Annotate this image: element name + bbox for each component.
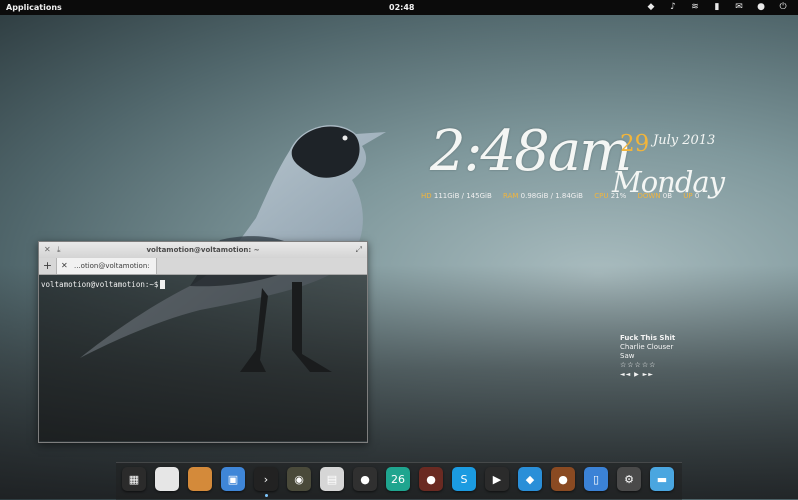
- terminal-tabbar: + ✕ ...otion@voltamotion: ~: [39, 258, 367, 286]
- dropbox-icon[interactable]: ◆: [518, 467, 542, 491]
- dropbox-icon[interactable]: ◆: [640, 1, 662, 14]
- panel-clock[interactable]: 02:48: [389, 3, 414, 12]
- photos-icon[interactable]: ▣: [221, 467, 245, 491]
- cursor: [160, 280, 166, 289]
- close-tab-icon[interactable]: ✕: [61, 258, 68, 274]
- document-icon[interactable]: ▯: [584, 467, 608, 491]
- camera-icon[interactable]: ◉: [287, 467, 311, 491]
- terminal-content[interactable]: voltamotion@voltamotion:~$: [39, 275, 367, 441]
- stat-label: RAM: [503, 192, 519, 200]
- stat-value: 0: [694, 192, 700, 200]
- window-title: voltamotion@voltamotion: ~: [146, 246, 260, 254]
- terminal-icon[interactable]: ›: [254, 467, 278, 491]
- stat-label: HD: [421, 192, 432, 200]
- top-panel: Applications 02:48 ◆ ♪ ≋ ▮ ✉ ● ⏻: [0, 0, 798, 15]
- settings-icon[interactable]: ⚙: [617, 467, 641, 491]
- volume-icon[interactable]: ♪: [662, 1, 684, 14]
- conky-day: 29: [620, 131, 650, 157]
- battery-icon[interactable]: ▮: [706, 1, 728, 14]
- artist-name: Charlie Clouser: [620, 343, 674, 351]
- stat-label: CPU: [594, 192, 609, 200]
- terminal-titlebar[interactable]: ✕ ⤓ voltamotion@voltamotion: ~ ⤢: [39, 242, 367, 258]
- calculator-icon[interactable]: ▦: [122, 467, 146, 491]
- calendar-icon[interactable]: ▤: [320, 467, 344, 491]
- stat-label: DOWN: [637, 192, 661, 200]
- wallpaper-icon[interactable]: [188, 467, 212, 491]
- wifi-icon[interactable]: ≋: [684, 1, 706, 14]
- youtube-icon[interactable]: ▶: [485, 467, 509, 491]
- conky-time: 2:48am: [430, 119, 632, 184]
- stat-value: 0B: [662, 192, 673, 200]
- user-icon[interactable]: ●: [750, 1, 772, 14]
- playback-controls[interactable]: ◄◄ ▶ ►►: [620, 370, 675, 379]
- skype-icon[interactable]: S: [452, 467, 476, 491]
- conky-stats: HD 111GiB / 145GiB RAM 0.98GiB / 1.84GiB…: [421, 192, 699, 200]
- running-indicator: [265, 494, 268, 497]
- prompt-text: voltamotion@voltamotion:~$: [41, 280, 159, 289]
- music-widget: Fuck This Shit Charlie Clouser Saw ☆☆☆☆☆…: [620, 334, 675, 379]
- power-icon[interactable]: ⏻: [772, 1, 794, 14]
- stat-label: UP: [683, 192, 693, 200]
- stat-value: 111GiB / 145GiB: [433, 192, 492, 200]
- system-tray: ◆ ♪ ≋ ▮ ✉ ● ⏻: [640, 1, 794, 14]
- tab-terminal[interactable]: ✕ ...otion@voltamotion: ~: [57, 258, 157, 286]
- contacts-icon[interactable]: ●: [419, 467, 443, 491]
- terminal-prompt-line: voltamotion@voltamotion:~$: [41, 280, 166, 289]
- workspace-icon[interactable]: ▬: [650, 467, 674, 491]
- files-icon[interactable]: [155, 467, 179, 491]
- mail-icon[interactable]: ✉: [728, 1, 750, 14]
- stat-value: 0.98GiB / 1.84GiB: [520, 192, 583, 200]
- rating-stars[interactable]: ☆☆☆☆☆: [620, 361, 675, 370]
- dock-items: ▦ ▣ › ◉ ▤ ● 26 ● S ▶ ◆ ● ▯ ⚙ ▬: [122, 467, 674, 491]
- browser-icon[interactable]: ●: [353, 467, 377, 491]
- date-icon[interactable]: 26: [386, 467, 410, 491]
- stat-value: 21%: [610, 192, 627, 200]
- applications-menu[interactable]: Applications: [6, 3, 62, 12]
- conky-month-year: July 2013: [653, 133, 716, 148]
- album-name: Saw: [620, 352, 635, 360]
- new-tab-button[interactable]: +: [39, 258, 57, 274]
- song-title: Fuck This Shit: [620, 334, 676, 342]
- maximize-icon[interactable]: ⤢: [356, 245, 362, 255]
- terminal-window[interactable]: ✕ ⤓ voltamotion@voltamotion: ~ ⤢ + ✕ ...…: [38, 241, 368, 443]
- user-icon[interactable]: ●: [551, 467, 575, 491]
